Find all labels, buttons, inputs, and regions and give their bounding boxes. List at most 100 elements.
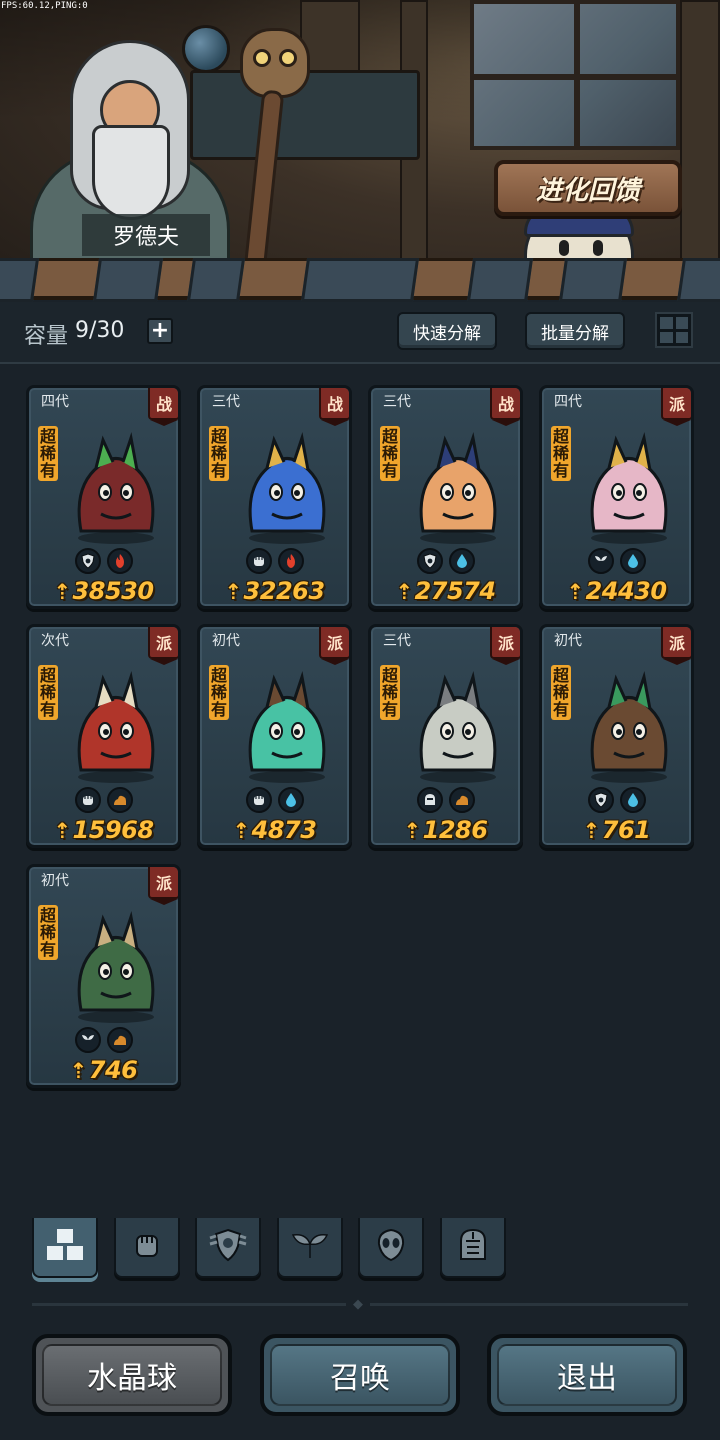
card-power-value: 32263 bbox=[243, 577, 326, 605]
power-arrow-icon: ⇡ bbox=[566, 580, 584, 604]
earth-icon bbox=[106, 787, 133, 813]
card-generation: 初代 bbox=[41, 873, 69, 889]
grid-view-toggle-icon[interactable] bbox=[655, 312, 693, 348]
divider-ornament-icon: ◆ bbox=[346, 1297, 370, 1312]
water-icon bbox=[277, 787, 304, 813]
filter-tab[interactable] bbox=[114, 1218, 180, 1278]
crystal-ball-button[interactable]: 水晶球 bbox=[32, 1334, 232, 1416]
card-trait-icons bbox=[29, 787, 178, 813]
earth-icon bbox=[106, 1027, 133, 1053]
creature-card[interactable]: 四代 战超稀有 ⇡38530 bbox=[26, 385, 181, 609]
card-rarity-tag: 超稀有 bbox=[380, 665, 400, 720]
card-power: ⇡32263 bbox=[200, 577, 349, 605]
card-power: ⇡27574 bbox=[371, 577, 520, 605]
card-trait-icons bbox=[371, 787, 520, 813]
card-class-badge: 战 bbox=[490, 388, 520, 426]
fist-icon bbox=[130, 1228, 164, 1266]
card-rarity-tag: 超稀有 bbox=[551, 426, 571, 481]
creature-art bbox=[232, 426, 342, 546]
shield-icon bbox=[208, 1228, 248, 1266]
filter-tab[interactable] bbox=[358, 1218, 424, 1278]
creature-card[interactable]: 三代 战超稀有 ⇡32263 bbox=[197, 385, 352, 609]
creature-card[interactable]: 初代 派超稀有 ⇡4873 bbox=[197, 624, 352, 848]
creature-art bbox=[403, 665, 513, 785]
ledge-stone bbox=[0, 258, 40, 302]
creature-card[interactable]: 三代 战超稀有 ⇡27574 bbox=[368, 385, 523, 609]
creature-card[interactable]: 次代 派超稀有 ⇡15968 bbox=[26, 624, 181, 848]
card-power: ⇡746 bbox=[29, 1056, 178, 1084]
earth-icon bbox=[448, 787, 475, 813]
filter-tab[interactable] bbox=[32, 1218, 98, 1278]
creature-card[interactable]: 初代 派超稀有 ⇡746 bbox=[26, 864, 181, 1088]
filter-tab[interactable] bbox=[195, 1218, 261, 1278]
card-rarity-tag: 超稀有 bbox=[551, 665, 571, 720]
power-arrow-icon: ⇡ bbox=[53, 819, 71, 843]
fist-icon bbox=[74, 787, 101, 813]
owl-prop bbox=[240, 28, 310, 98]
card-class-badge: 派 bbox=[319, 627, 349, 665]
exit-label: 退出 bbox=[557, 1361, 617, 1396]
card-class-badge: 派 bbox=[148, 627, 178, 665]
card-trait-icons bbox=[371, 548, 520, 574]
batch-decompose-button[interactable]: 批量分解 bbox=[525, 312, 625, 350]
leaf-icon bbox=[587, 548, 614, 574]
power-arrow-icon: ⇡ bbox=[582, 819, 601, 843]
capacity-value: 9/30 bbox=[75, 318, 125, 343]
creature-card[interactable]: 三代 派超稀有 ⇡1286 bbox=[368, 624, 523, 848]
creature-art bbox=[61, 665, 171, 785]
power-arrow-icon: ⇡ bbox=[69, 1059, 88, 1083]
filter-tab[interactable] bbox=[440, 1218, 506, 1278]
helm-icon bbox=[416, 787, 443, 813]
card-trait-icons bbox=[200, 548, 349, 574]
fire-icon bbox=[106, 548, 133, 574]
card-generation: 四代 bbox=[554, 394, 582, 410]
card-power: ⇡4873 bbox=[200, 816, 349, 844]
alien-head-icon bbox=[374, 1228, 408, 1266]
exit-button[interactable]: 退出 bbox=[487, 1334, 687, 1416]
card-power-value: 27574 bbox=[414, 577, 497, 605]
filter-tab[interactable] bbox=[277, 1218, 343, 1278]
power-arrow-icon: ⇡ bbox=[403, 819, 422, 843]
summon-label: 召唤 bbox=[330, 1361, 390, 1396]
quick-decompose-button[interactable]: 快速分解 bbox=[397, 312, 497, 350]
card-rarity-tag: 超稀有 bbox=[38, 665, 58, 720]
card-class-badge: 派 bbox=[661, 388, 691, 426]
card-trait-icons bbox=[200, 787, 349, 813]
creature-art bbox=[61, 905, 171, 1025]
summon-button[interactable]: 召唤 bbox=[260, 1334, 460, 1416]
card-power: ⇡761 bbox=[542, 816, 691, 844]
card-power-value: 38530 bbox=[72, 577, 155, 605]
creature-card[interactable]: 四代 派超稀有 ⇡24430 bbox=[539, 385, 694, 609]
globe-prop bbox=[182, 25, 230, 73]
shield-icon bbox=[587, 787, 614, 813]
wooden-post-right bbox=[680, 0, 720, 260]
fist-icon bbox=[245, 548, 272, 574]
card-rarity-tag: 超稀有 bbox=[38, 426, 58, 481]
card-trait-icons bbox=[29, 1027, 178, 1053]
card-power: ⇡15968 bbox=[29, 816, 178, 844]
add-capacity-button[interactable]: + bbox=[147, 318, 173, 344]
card-generation: 三代 bbox=[383, 394, 411, 410]
ledge-stone bbox=[676, 258, 720, 302]
power-arrow-icon: ⇡ bbox=[53, 580, 71, 604]
card-generation: 初代 bbox=[554, 633, 582, 649]
creature-art bbox=[61, 426, 171, 546]
power-arrow-icon: ⇡ bbox=[224, 580, 242, 604]
npc-name: 罗德夫 bbox=[82, 214, 210, 256]
card-generation: 三代 bbox=[212, 394, 240, 410]
leaf-icon bbox=[290, 1230, 330, 1264]
creature-art bbox=[574, 665, 684, 785]
card-generation: 初代 bbox=[212, 633, 240, 649]
card-rarity-tag: 超稀有 bbox=[380, 426, 400, 481]
ledge-stone bbox=[300, 258, 420, 302]
ledge-stone bbox=[466, 258, 534, 302]
helm-icon bbox=[455, 1227, 491, 1267]
window bbox=[470, 0, 680, 150]
creature-card[interactable]: 初代 派超稀有 ⇡761 bbox=[539, 624, 694, 848]
evolution-feedback-button[interactable]: 进化回馈 bbox=[494, 160, 682, 216]
creature-art bbox=[403, 426, 513, 546]
card-generation: 次代 bbox=[41, 633, 69, 649]
card-power: ⇡1286 bbox=[371, 816, 520, 844]
card-power-value: 746 bbox=[88, 1056, 138, 1084]
crystal-ball-label: 水晶球 bbox=[87, 1361, 177, 1396]
